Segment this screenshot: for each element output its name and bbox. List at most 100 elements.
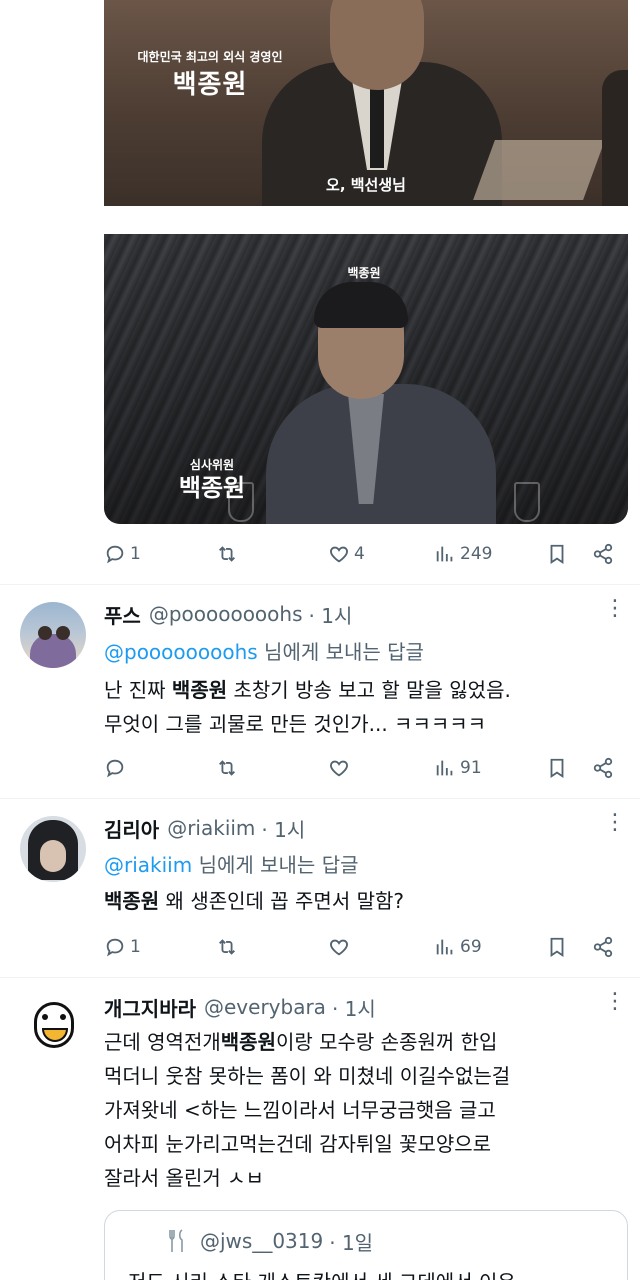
image2-caption-top: 백종원: [347, 266, 381, 280]
reply-text: 난 진짜 백종원 초창기 방송 보고 할 말을 잃었음. 무엇이 그를 괴물로 …: [104, 673, 614, 741]
divider: [0, 584, 640, 585]
image-figure-tie: [370, 88, 384, 168]
reply-text: 근데 영역전개백종원이랑 모수랑 손종원꺼 한입 먹더니 웃참 못하는 폼이 와…: [104, 1025, 614, 1195]
repost-icon: [219, 760, 235, 776]
quoted-timestamp[interactable]: · 1일: [329, 1227, 373, 1256]
bookmark-icon: [550, 937, 564, 957]
quoted-handle[interactable]: @jws__0319: [200, 1229, 323, 1253]
bookmark-button[interactable]: [546, 757, 568, 779]
user-handle[interactable]: @poooooooohs: [149, 602, 303, 626]
bookmark-icon: [550, 758, 564, 778]
reply-header: 김리아 @riakiim · 1시: [104, 813, 305, 843]
heart-icon: [330, 939, 348, 956]
avatar-figure-head: [38, 626, 52, 640]
image-table: [473, 140, 605, 200]
reply-text-line: 근데 영역전개백종원이랑 모수랑 손종원꺼 한입: [104, 1025, 614, 1059]
avatar[interactable]: [20, 994, 86, 1060]
repost-icon: [219, 939, 235, 955]
share-button[interactable]: [592, 936, 614, 958]
quoted-post-header: @jws__0319 · 1일: [168, 1226, 373, 1256]
reply-text-line: 백종원 왜 생존인데 꼽 주면서 말함?: [104, 884, 614, 918]
display-name[interactable]: 개그지바라: [104, 993, 196, 1022]
reply-icon: [106, 938, 124, 957]
avatar-face: [40, 840, 66, 872]
more-icon[interactable]: ⋮: [604, 812, 626, 842]
post-image-2[interactable]: 백종원 심사위원 백종원: [104, 234, 628, 524]
timestamp[interactable]: · 1시: [261, 814, 305, 843]
text-segment: 초창기 방송 보고 할 말을 잃었음.: [227, 678, 511, 702]
repost-button[interactable]: [216, 936, 238, 958]
reply-mention-link[interactable]: @poooooooohs: [104, 640, 258, 664]
views-button[interactable]: 249: [434, 543, 492, 565]
image-figure-head: [330, 0, 424, 90]
repost-button[interactable]: [216, 757, 238, 779]
reply-text: 백종원 왜 생존인데 꼽 주면서 말함?: [104, 884, 614, 918]
more-icon[interactable]: ⋮: [604, 991, 626, 1021]
share-icon: [593, 936, 613, 958]
avatar-figure-head: [56, 626, 70, 640]
quoted-text: 저도 시리 스타 게스트칸에서 세 그데에서 이유: [128, 1266, 516, 1280]
timestamp[interactable]: · 1시: [309, 600, 353, 629]
fork-knife-icon: [169, 1229, 183, 1252]
repost-button[interactable]: [216, 543, 238, 565]
like-button[interactable]: 4: [328, 543, 365, 565]
reply-to-suffix: 님에게 보내는 답글: [192, 853, 359, 877]
reply-icon: [106, 759, 124, 778]
text-bold-segment: 백종원: [171, 678, 228, 702]
view-count: 69: [460, 937, 482, 957]
views-icon: [436, 939, 453, 955]
share-button[interactable]: [592, 757, 614, 779]
post-image-1[interactable]: 대한민국 최고의 외식 경영인 백종원 오, 백선생님: [104, 0, 628, 206]
view-count: 249: [460, 544, 493, 564]
reply-actions: 1 69: [104, 932, 616, 962]
image1-caption-small: 대한민국 최고의 외식 경영인: [137, 50, 283, 64]
reply-icon: [106, 545, 124, 564]
reply-actions: 91: [104, 753, 616, 783]
bookmark-button[interactable]: [546, 543, 568, 565]
views-icon: [436, 546, 453, 562]
reply-mention-link[interactable]: @riakiim: [104, 853, 192, 877]
display-name[interactable]: 푸스: [104, 600, 141, 629]
share-icon: [593, 757, 613, 779]
user-handle[interactable]: @everybara: [204, 995, 326, 1019]
like-button[interactable]: [328, 757, 350, 779]
image1-caption-big: 백종원: [172, 70, 248, 100]
avatar[interactable]: [20, 602, 86, 668]
like-button[interactable]: [328, 936, 350, 958]
more-icon[interactable]: ⋮: [604, 598, 626, 628]
views-button[interactable]: 91: [434, 757, 482, 779]
image1-subtitle: 오, 백선생님: [326, 176, 406, 194]
image-background-figure: [602, 70, 628, 206]
divider: [0, 798, 640, 799]
image2-caption-big: 백종원: [178, 474, 246, 502]
heart-icon: [330, 546, 348, 563]
reply-button[interactable]: 1: [104, 543, 141, 565]
divider: [0, 977, 640, 978]
image-glass: [514, 482, 540, 522]
view-count: 91: [460, 758, 482, 778]
display-name[interactable]: 김리아: [104, 814, 159, 843]
reply-button[interactable]: [104, 757, 126, 779]
avatar[interactable]: [20, 816, 86, 882]
heart-icon: [330, 760, 348, 777]
text-segment: 난 진짜: [104, 678, 172, 702]
text-segment: 이랑 모수랑 손종원꺼 한입: [275, 1030, 498, 1054]
reply-text-line: 가져왓네 <하는 느낌이라서 너무궁금햇음 글고: [104, 1098, 496, 1122]
reply-button[interactable]: 1: [104, 936, 141, 958]
reply-count: 1: [130, 937, 141, 957]
reply-text-line: 먹더니 웃참 못하는 폼이 와 미쳤네 이길수없는걸: [104, 1064, 511, 1088]
avatar-eye: [42, 1014, 48, 1020]
reply-header: 푸스 @poooooooohs · 1시: [104, 599, 352, 629]
repost-icon: [219, 546, 235, 562]
share-button[interactable]: [592, 543, 614, 565]
reply-text-line: 무엇이 그를 괴물로 만든 것인가... ㅋㅋㅋㅋㅋ: [104, 712, 487, 736]
timestamp[interactable]: · 1시: [332, 993, 376, 1022]
reply-header: 개그지바라 @everybara · 1시: [104, 992, 376, 1022]
user-handle[interactable]: @riakiim: [167, 816, 255, 840]
bookmark-button[interactable]: [546, 936, 568, 958]
bookmark-icon: [550, 544, 564, 564]
text-segment: 근데 영역전개: [104, 1030, 221, 1054]
reply-text-line: 어차피 눈가리고먹는건데 감자튀일 꽃모양으로: [104, 1132, 492, 1156]
views-button[interactable]: 69: [434, 936, 482, 958]
views-icon: [436, 760, 453, 776]
